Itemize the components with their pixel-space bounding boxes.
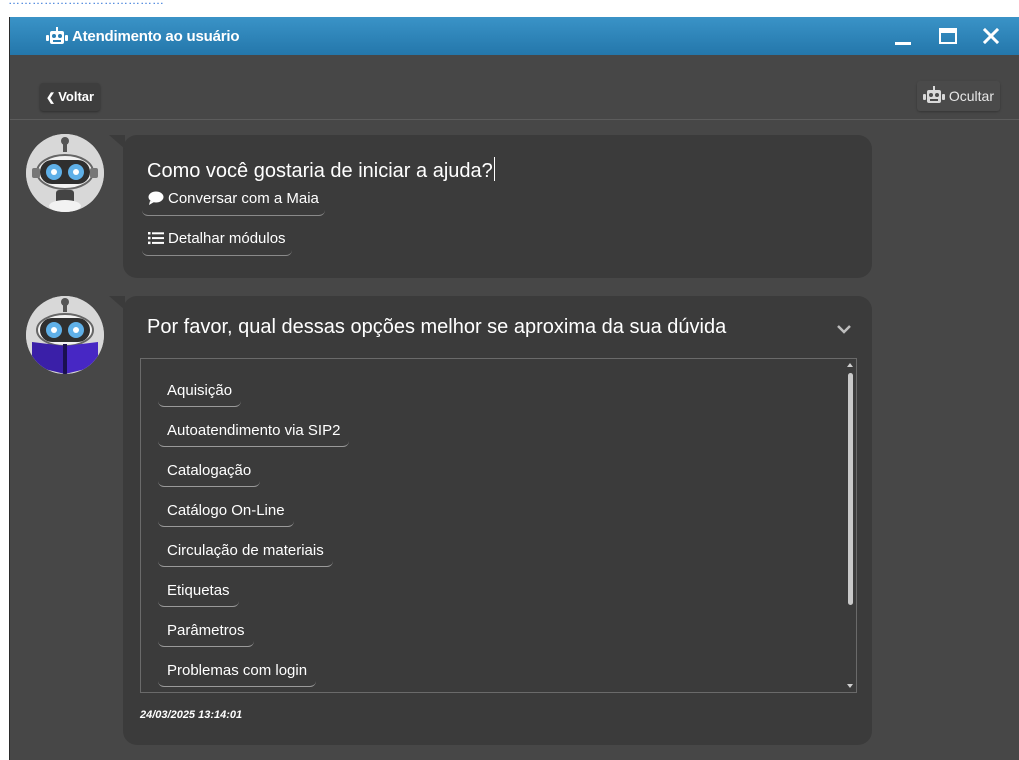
option-label: Conversar com a Maia xyxy=(168,190,319,207)
option-label: Detalhar módulos xyxy=(168,230,286,247)
list-item[interactable]: Catalogação xyxy=(158,456,261,487)
chat-bubble-icon xyxy=(148,191,164,205)
bot-avatar xyxy=(26,134,104,212)
message-timestamp: 24/03/2025 13:14:01 xyxy=(140,709,243,721)
module-list[interactable]: Aquisição Autoatendimento via SIP2 Catal… xyxy=(140,358,857,693)
chat-bubble: Por favor, qual dessas opções melhor se … xyxy=(109,296,872,745)
bot-avatar xyxy=(26,296,104,374)
robot-icon xyxy=(922,86,945,103)
bubble-tail xyxy=(109,296,125,310)
list-item[interactable]: Etiquetas xyxy=(158,576,239,607)
list-item[interactable]: Problemas com login xyxy=(158,656,317,687)
list-item[interactable]: Catálogo On-Line xyxy=(158,496,294,527)
robot-avatar-icon xyxy=(26,134,104,212)
scroll-up-arrow-icon[interactable] xyxy=(847,363,853,367)
list-item[interactable]: Aquisição xyxy=(158,376,242,407)
hide-button[interactable]: Ocultar xyxy=(916,81,1000,111)
detail-modules-button[interactable]: Detalhar módulos xyxy=(142,225,292,256)
text-caret xyxy=(493,157,495,181)
title-bar[interactable]: Atendimento ao usuário xyxy=(10,17,1019,55)
maximize-icon[interactable] xyxy=(935,23,961,49)
scroll-thumb[interactable] xyxy=(848,373,853,605)
robot-reading-avatar-icon xyxy=(26,296,104,374)
chat-window: Atendimento ao usuário ❮ Voltar Ocultar … xyxy=(9,17,1019,760)
scrollbar[interactable] xyxy=(844,359,856,692)
question-text: Como você gostaria de iniciar a ajuda? xyxy=(147,157,495,183)
list-item[interactable]: Circulação de materiais xyxy=(158,536,333,567)
toolbar: ❮ Voltar Ocultar xyxy=(10,55,1019,120)
scroll-down-arrow-icon[interactable] xyxy=(847,684,853,688)
chevron-left-icon: ❮ xyxy=(46,92,56,104)
robot-icon xyxy=(46,27,68,44)
browser-text-fragment: ………………………………… xyxy=(8,0,164,7)
window-title: Atendimento ao usuário xyxy=(72,28,240,45)
question-text: Por favor, qual dessas opções melhor se … xyxy=(147,316,727,338)
hide-label: Ocultar xyxy=(948,88,994,104)
back-button[interactable]: ❮ Voltar xyxy=(40,83,101,111)
minimize-icon[interactable] xyxy=(890,23,916,49)
list-item[interactable]: Parâmetros xyxy=(158,616,254,647)
close-icon[interactable] xyxy=(978,23,1004,49)
chat-bubble: Como você gostaria de iniciar a ajuda? C… xyxy=(109,135,872,278)
back-label: Voltar xyxy=(58,89,95,104)
bubble-tail xyxy=(109,135,125,149)
browser-top-strip: ………………………………… xyxy=(0,0,1019,14)
chevron-down-icon[interactable] xyxy=(833,318,855,340)
talk-to-maia-button[interactable]: Conversar com a Maia xyxy=(142,185,325,216)
list-item[interactable]: Autoatendimento via SIP2 xyxy=(158,416,350,447)
list-icon xyxy=(148,232,164,245)
